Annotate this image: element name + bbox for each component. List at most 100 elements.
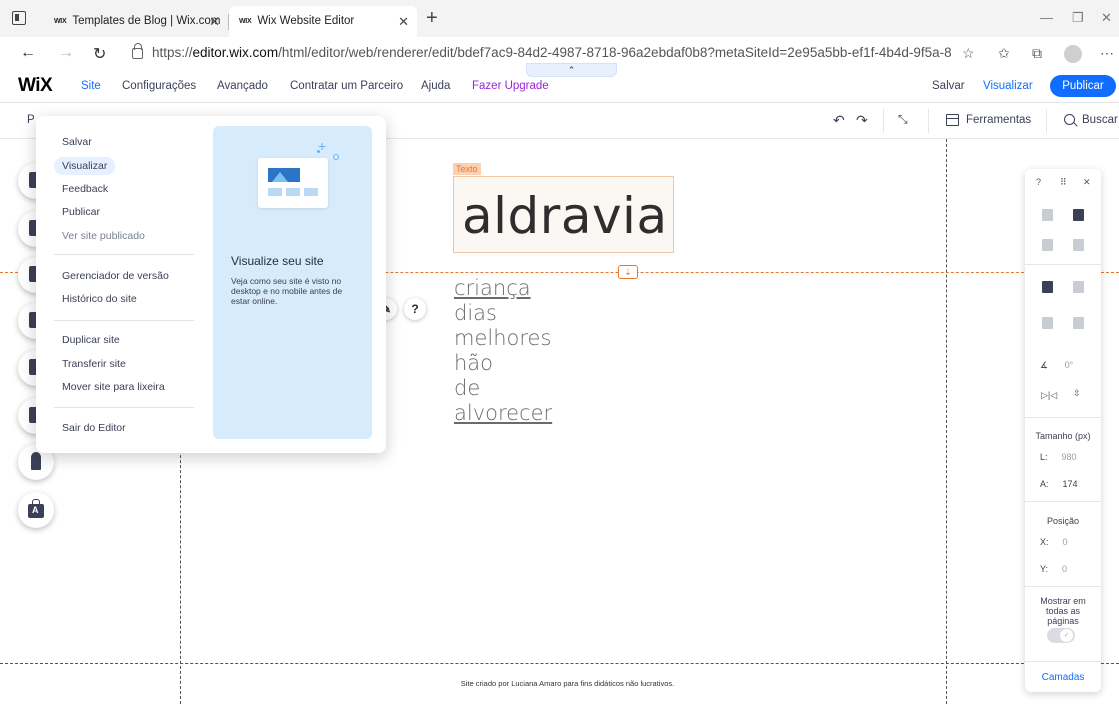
browser-tab-templates[interactable]: WIX Templates de Blog | Wix.com ✕ (44, 6, 228, 37)
menu-item-site-history[interactable]: Histórico do site (62, 293, 137, 305)
wix-logo[interactable]: WiX (18, 75, 53, 97)
site-logo-text[interactable]: aldravia (462, 187, 668, 245)
page-selector[interactable]: P (27, 114, 35, 126)
y-field[interactable]: Y: 0 (1040, 564, 1067, 574)
sparkle-dot-icon (317, 150, 320, 153)
panel-divider (1025, 501, 1101, 502)
distribute-icon[interactable] (1042, 317, 1053, 329)
sparkle-dot-icon (333, 154, 339, 160)
back-icon[interactable]: ← (20, 44, 36, 62)
menu-item-view-published[interactable]: Ver site publicado (62, 230, 145, 242)
wix-favicon-icon: WIX (239, 18, 252, 25)
size-label: Tamanho (px) (1035, 431, 1091, 441)
reload-icon[interactable]: ↻ (93, 44, 106, 64)
close-tab-icon[interactable]: ✕ (209, 14, 220, 30)
height-key: A: (1040, 479, 1049, 489)
favorite-star-icon[interactable]: ☆ (962, 45, 975, 62)
close-window-icon[interactable]: ✕ (1101, 10, 1112, 26)
menu-item-transfer[interactable]: Transferir site (62, 358, 126, 370)
rotation-value: 0° (1064, 360, 1074, 370)
url-prefix: https:// (152, 45, 193, 60)
word-list[interactable]: criança dias melhores hão de alvorecer (454, 276, 552, 426)
menu-item-exit-editor[interactable]: Sair do Editor (62, 422, 126, 434)
help-icon[interactable]: ? (404, 298, 426, 320)
preview-button[interactable]: Visualizar (983, 80, 1033, 92)
flip-horizontal-icon[interactable]: ▷|◁ (1041, 390, 1057, 401)
flip-vertical-icon[interactable]: ⇳ (1073, 388, 1081, 399)
business-bag-icon[interactable] (18, 492, 54, 528)
zoom-out-icon[interactable]: ⤡ (898, 112, 908, 127)
close-tab-icon[interactable]: ✕ (398, 14, 409, 30)
x-field[interactable]: X: 0 (1040, 537, 1068, 547)
grid-guide-right (946, 139, 947, 704)
word-link[interactable]: criança (454, 276, 552, 301)
tools-icon[interactable] (946, 114, 959, 126)
width-key: L: (1040, 452, 1048, 462)
menu-item-publish[interactable]: Publicar (62, 206, 100, 218)
panel-divider (1025, 417, 1101, 418)
menu-item-feedback[interactable]: Feedback (62, 183, 108, 195)
menu-item-version-manager[interactable]: Gerenciador de versão (62, 270, 169, 282)
collections-icon[interactable]: ⧉ (1032, 45, 1042, 62)
delete-icon[interactable] (1073, 239, 1084, 251)
arrange-icon[interactable] (1042, 281, 1053, 293)
x-value: 0 (1062, 537, 1068, 547)
minimize-icon[interactable]: — (1040, 10, 1053, 25)
menu-help[interactable]: Ajuda (421, 80, 450, 92)
word-item: hão (454, 351, 494, 375)
restore-icon[interactable]: ❐ (1072, 10, 1084, 26)
menu-site[interactable]: Site (81, 80, 101, 92)
drag-handle-icon[interactable]: ⠿ (1060, 177, 1067, 188)
collapse-topbar-icon[interactable]: ⌃ (526, 63, 617, 77)
paste-icon[interactable] (1073, 209, 1084, 221)
align-icon[interactable] (1073, 281, 1084, 293)
search-button[interactable]: Buscar (1082, 114, 1118, 126)
panel-divider (1025, 264, 1101, 265)
position-label: Posição (1046, 516, 1080, 526)
word-link[interactable]: alvorecer (454, 401, 552, 426)
close-panel-icon[interactable]: ✕ (1083, 177, 1091, 188)
menu-advanced[interactable]: Avançado (217, 80, 268, 92)
help-icon[interactable]: ? (1036, 177, 1041, 187)
tab-title: Wix Website Editor (257, 15, 355, 27)
publish-button[interactable]: Publicar (1050, 75, 1116, 97)
panel-divider (1025, 661, 1101, 662)
tab-actions-icon[interactable] (12, 11, 26, 25)
menu-hire-partner[interactable]: Contratar um Parceiro (290, 80, 403, 92)
menu-settings[interactable]: Configurações (122, 80, 196, 92)
favorites-list-icon[interactable]: ✩ (998, 45, 1010, 62)
toolbar-divider (883, 109, 884, 133)
width-field[interactable]: L: 980 (1040, 452, 1077, 462)
copy-icon[interactable] (1042, 209, 1053, 221)
search-icon[interactable] (1064, 114, 1075, 125)
url-path: /html/editor/web/renderer/edit/bdef7ac9-… (278, 45, 952, 60)
browser-tab-bar: WIX Templates de Blog | Wix.com ✕ WIX Wix … (0, 0, 1119, 37)
height-field[interactable]: A: 174 (1040, 479, 1078, 489)
menu-item-trash[interactable]: Mover site para lixeira (62, 381, 165, 393)
layers-button[interactable]: Camadas (1025, 672, 1101, 683)
profile-avatar[interactable] (1064, 45, 1082, 63)
save-button[interactable]: Salvar (932, 80, 965, 92)
duplicate-icon[interactable] (1042, 239, 1053, 251)
new-tab-icon[interactable]: + (426, 7, 438, 30)
show-all-pages-toggle[interactable] (1047, 628, 1075, 643)
browser-tab-editor[interactable]: WIX Wix Website Editor ✕ (229, 6, 417, 37)
tools-button[interactable]: Ferramentas (966, 114, 1031, 126)
menu-upgrade[interactable]: Fazer Upgrade (472, 80, 549, 92)
preview-card-title: Visualize seu site (231, 254, 324, 268)
footer-text: Site criado por Luciana Amaro para fins … (460, 679, 675, 688)
menu-item-save[interactable]: Salvar (62, 136, 92, 148)
tab-title: Templates de Blog | Wix.com (72, 15, 221, 27)
more-icon[interactable]: ⋯ (1100, 45, 1114, 62)
url-field[interactable]: https://editor.wix.com/html/editor/web/r… (152, 45, 952, 60)
header-resize-icon[interactable]: ⇣ (618, 265, 638, 279)
match-size-icon[interactable] (1073, 317, 1084, 329)
lock-icon[interactable] (132, 43, 143, 59)
menu-item-preview[interactable]: Visualizar (54, 157, 116, 175)
undo-icon[interactable]: ↶ (833, 112, 845, 129)
forward-icon[interactable]: → (58, 44, 74, 62)
rotation-field[interactable]: ∡ 0° (1040, 360, 1073, 371)
redo-icon[interactable]: ↷ (856, 112, 868, 129)
panel-divider (1025, 586, 1101, 587)
menu-item-duplicate[interactable]: Duplicar site (62, 334, 120, 346)
